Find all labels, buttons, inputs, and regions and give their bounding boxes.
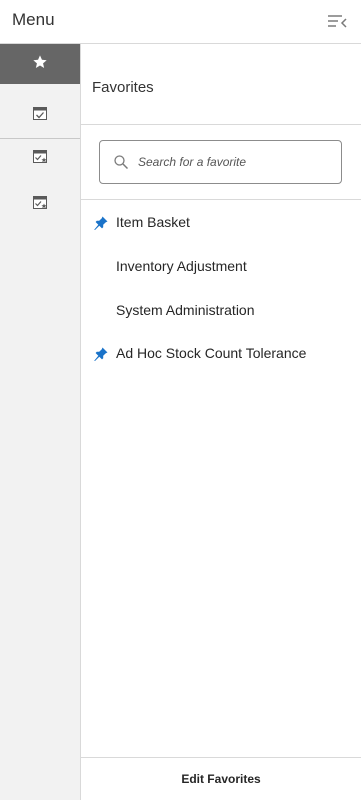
favorite-item-label: Inventory Adjustment <box>116 258 247 274</box>
panel-title: Favorites <box>92 79 154 96</box>
calendar-check-star-icon <box>32 148 48 169</box>
favorite-item-label: System Administration <box>116 302 255 318</box>
calendar-check-icon <box>32 105 48 126</box>
pin-icon[interactable] <box>93 346 109 362</box>
rail-item-tasks[interactable] <box>0 97 80 133</box>
rail-item-favorites[interactable] <box>0 44 80 84</box>
search-input[interactable] <box>138 151 333 173</box>
search-box[interactable] <box>99 140 342 184</box>
panel-divider <box>81 124 361 125</box>
panel-footer: Edit Favorites <box>81 757 361 800</box>
menu-rail <box>0 44 81 800</box>
search-icon <box>113 154 129 170</box>
favorite-item-ad-hoc-stock-count-tolerance[interactable]: Ad Hoc Stock Count Tolerance <box>81 338 361 370</box>
edit-favorites-button[interactable]: Edit Favorites <box>181 772 260 786</box>
favorite-item-item-basket[interactable]: Item Basket <box>81 207 361 239</box>
favorite-item-label: Item Basket <box>116 214 190 230</box>
star-icon <box>32 54 48 75</box>
favorite-item-system-administration[interactable]: System Administration <box>81 295 361 327</box>
favorites-panel: Favorites Item Basket Inventory Adjustme… <box>81 44 361 800</box>
pin-icon[interactable] <box>93 215 109 231</box>
menu-title: Menu <box>12 10 55 29</box>
collapse-menu-icon[interactable] <box>326 11 348 31</box>
rail-item-recent[interactable] <box>0 140 80 176</box>
rail-item-workspaces[interactable] <box>0 186 80 222</box>
favorite-item-label: Ad Hoc Stock Count Tolerance <box>116 345 307 361</box>
rail-divider <box>0 138 80 139</box>
menu-header: Menu <box>0 0 361 44</box>
favorite-item-inventory-adjustment[interactable]: Inventory Adjustment <box>81 251 361 283</box>
panel-divider <box>81 199 361 200</box>
calendar-check-star-icon <box>32 194 48 215</box>
